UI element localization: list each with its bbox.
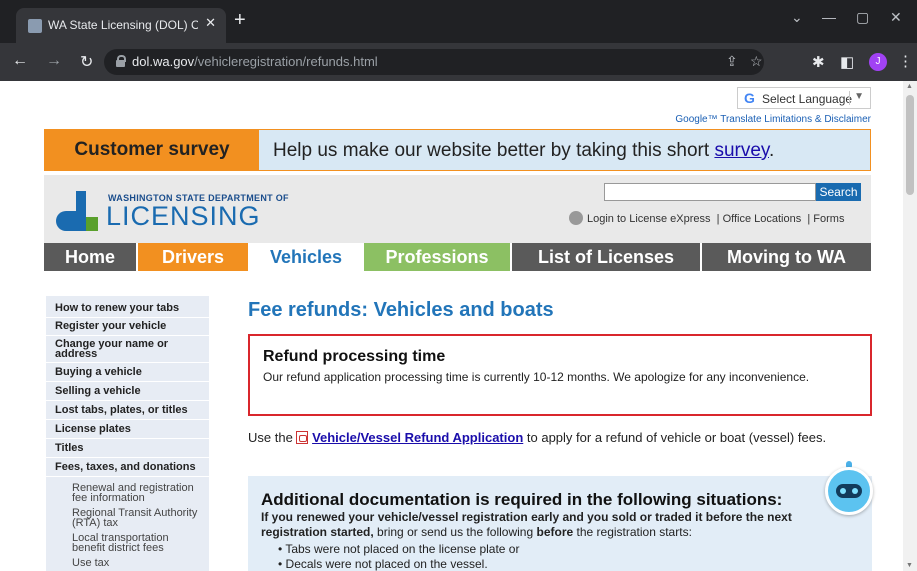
sidebar-item-lost[interactable]: Lost tabs, plates, or titles [46,401,209,420]
processing-notice: Refund processing time Our refund applic… [248,334,872,416]
nav-professions[interactable]: Professions [364,243,510,271]
survey-text: Help us make our website better by takin… [273,140,775,161]
back-icon[interactable]: ← [12,52,28,70]
scroll-up-icon[interactable]: ▲ [906,83,913,90]
doc-paragraph: If you renewed your vehicle/vessel regis… [261,510,792,539]
scrollbar[interactable]: ▲ ▼ [903,81,917,571]
forward-icon[interactable]: → [46,52,62,70]
nav-home[interactable]: Home [44,243,136,271]
logo-title[interactable]: LICENSING [106,201,261,232]
site-header: WASHINGTON STATE DEPARTMENT OF LICENSING… [44,175,871,243]
nav-moving-to-wa[interactable]: Moving to WA [702,243,871,271]
main-nav: Home Drivers Vehicles Professions List o… [44,243,871,271]
documentation-box: Additional documentation is required in … [248,476,872,571]
sidebar-item-change-name[interactable]: Change your name or address [46,336,209,363]
notice-body: Our refund application processing time i… [263,370,810,384]
utility-links: Login to License eXpress | Office Locati… [569,211,844,225]
sidebar-subitem-tbd-fees[interactable]: Local transportation benefit district fe… [46,533,209,558]
sidebar-item-plates[interactable]: License plates [46,420,209,439]
url-text[interactable]: dol.wa.gov/vehicleregistration/refunds.h… [132,54,378,69]
chatbot-button[interactable] [822,461,876,521]
customer-survey-banner: Customer survey Help us make our website… [44,129,871,171]
profile-avatar[interactable]: J [869,53,887,71]
scroll-down-icon[interactable]: ▼ [906,562,913,569]
dropdown-arrow-icon: ▼ [854,91,864,102]
scroll-thumb[interactable] [906,95,914,195]
sidebar-item-selling[interactable]: Selling a vehicle [46,382,209,401]
translate-disclaimer-link[interactable]: Google™ Translate Limitations & Disclaim… [675,114,871,125]
doc-list: • Tabs were not placed on the license pl… [278,542,519,571]
chevron-down-icon[interactable]: ⌄ [791,9,803,26]
sidebar-item-titles[interactable]: Titles [46,439,209,458]
close-tab-icon[interactable]: ✕ [205,15,216,31]
google-icon: G [744,90,755,106]
bookmark-star-icon[interactable]: ☆ [750,53,763,70]
pdf-icon [296,431,309,444]
lock-icon[interactable] [116,55,126,67]
nav-list-of-licenses[interactable]: List of Licenses [512,243,700,271]
login-link[interactable]: Login to License eXpress [587,213,711,225]
refund-instructions: Use the Vehicle/Vessel Refund Applicatio… [248,430,827,445]
address-bar: ← → ↻ dol.wa.gov/vehicleregistration/ref… [0,43,917,81]
sidebar-subitem-renewal-fees[interactable]: Renewal and registration fee information [46,483,209,508]
list-item: • Decals were not placed on the vessel. [278,557,488,571]
favicon-icon [28,19,42,33]
side-panel-icon[interactable]: ◧ [840,53,854,71]
maximize-icon[interactable]: ▢ [856,9,869,26]
share-icon[interactable]: ⇪ [726,53,738,70]
close-window-icon[interactable]: ✕ [890,9,902,26]
browser-tab[interactable]: WA State Licensing (DOL) Official ✕ [16,8,226,43]
sidebar-subitem-use-tax[interactable]: Use tax [46,558,209,569]
survey-link[interactable]: survey [714,140,769,161]
notice-title: Refund processing time [263,348,446,365]
menu-icon[interactable]: ⋮ [898,52,913,70]
refund-application-link[interactable]: Vehicle/Vessel Refund Application [312,430,523,445]
reload-icon[interactable]: ↻ [80,52,93,72]
sidebar-subitem-rta-tax[interactable]: Regional Transit Authority (RTA) tax [46,508,209,533]
minimize-icon[interactable]: — [822,9,836,25]
nav-drivers[interactable]: Drivers [138,243,248,271]
forms-link[interactable]: Forms [813,213,844,225]
nav-vehicles[interactable]: Vehicles [250,243,362,271]
extensions-icon[interactable]: ✱ [812,53,825,71]
url-bar[interactable]: dol.wa.gov/vehicleregistration/refunds.h… [104,49,764,75]
divider [849,91,850,105]
search-button[interactable]: Search [816,183,861,201]
list-item: • Tabs were not placed on the license pl… [278,542,520,556]
search-input[interactable] [604,183,816,201]
user-icon [569,211,583,225]
doc-heading: Additional documentation is required in … [261,490,783,509]
language-select[interactable]: G Select Language ▼ [737,87,871,109]
sidebar-item-register[interactable]: Register your vehicle [46,318,209,336]
sidebar-item-fees[interactable]: Fees, taxes, and donations [46,458,209,477]
sidebar-item-renew-tabs[interactable]: How to renew your tabs [46,300,209,318]
survey-label: Customer survey [45,130,259,170]
browser-tab-bar: WA State Licensing (DOL) Official ✕ + ⌄ … [0,0,917,43]
sidebar-nav: How to renew your tabs Register your veh… [46,296,209,571]
new-tab-icon[interactable]: + [234,10,246,30]
sidebar-item-buying[interactable]: Buying a vehicle [46,363,209,382]
office-locations-link[interactable]: Office Locations [723,213,802,225]
page-title: Fee refunds: Vehicles and boats [248,299,554,321]
tab-title: WA State Licensing (DOL) Official [48,18,198,32]
chatbot-icon [825,467,873,515]
page-viewport: G Select Language ▼ Google™ Translate Li… [0,81,917,571]
dol-logo-icon[interactable] [56,191,100,231]
